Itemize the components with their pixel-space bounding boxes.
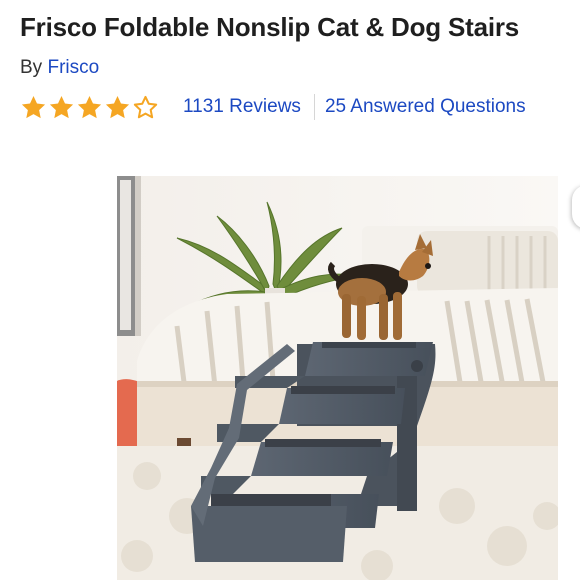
product-image[interactable]: [117, 176, 558, 580]
by-label: By: [20, 57, 43, 78]
star-filled-icon: [49, 95, 74, 118]
star-rating[interactable]: [20, 94, 159, 121]
answered-questions-link[interactable]: 25 Answered Questions: [325, 96, 526, 118]
reviews-link[interactable]: 1131 Reviews: [183, 96, 301, 118]
star-filled-icon: [21, 95, 46, 118]
product-photo-icon: [117, 176, 558, 580]
byline: By Frisco: [20, 57, 99, 79]
star-empty-icon: [133, 95, 158, 118]
star-filled-icon: [105, 95, 130, 118]
product-page: Frisco Foldable Nonslip Cat & Dog Stairs…: [0, 0, 580, 580]
star-filled-icon: [77, 95, 102, 118]
product-title: Frisco Foldable Nonslip Cat & Dog Stairs: [20, 12, 520, 42]
divider: [313, 94, 315, 120]
rating-row: 1131 Reviews 25 Answered Questions: [20, 92, 526, 122]
brand-link[interactable]: Frisco: [47, 57, 99, 78]
next-image-button[interactable]: [572, 185, 580, 229]
